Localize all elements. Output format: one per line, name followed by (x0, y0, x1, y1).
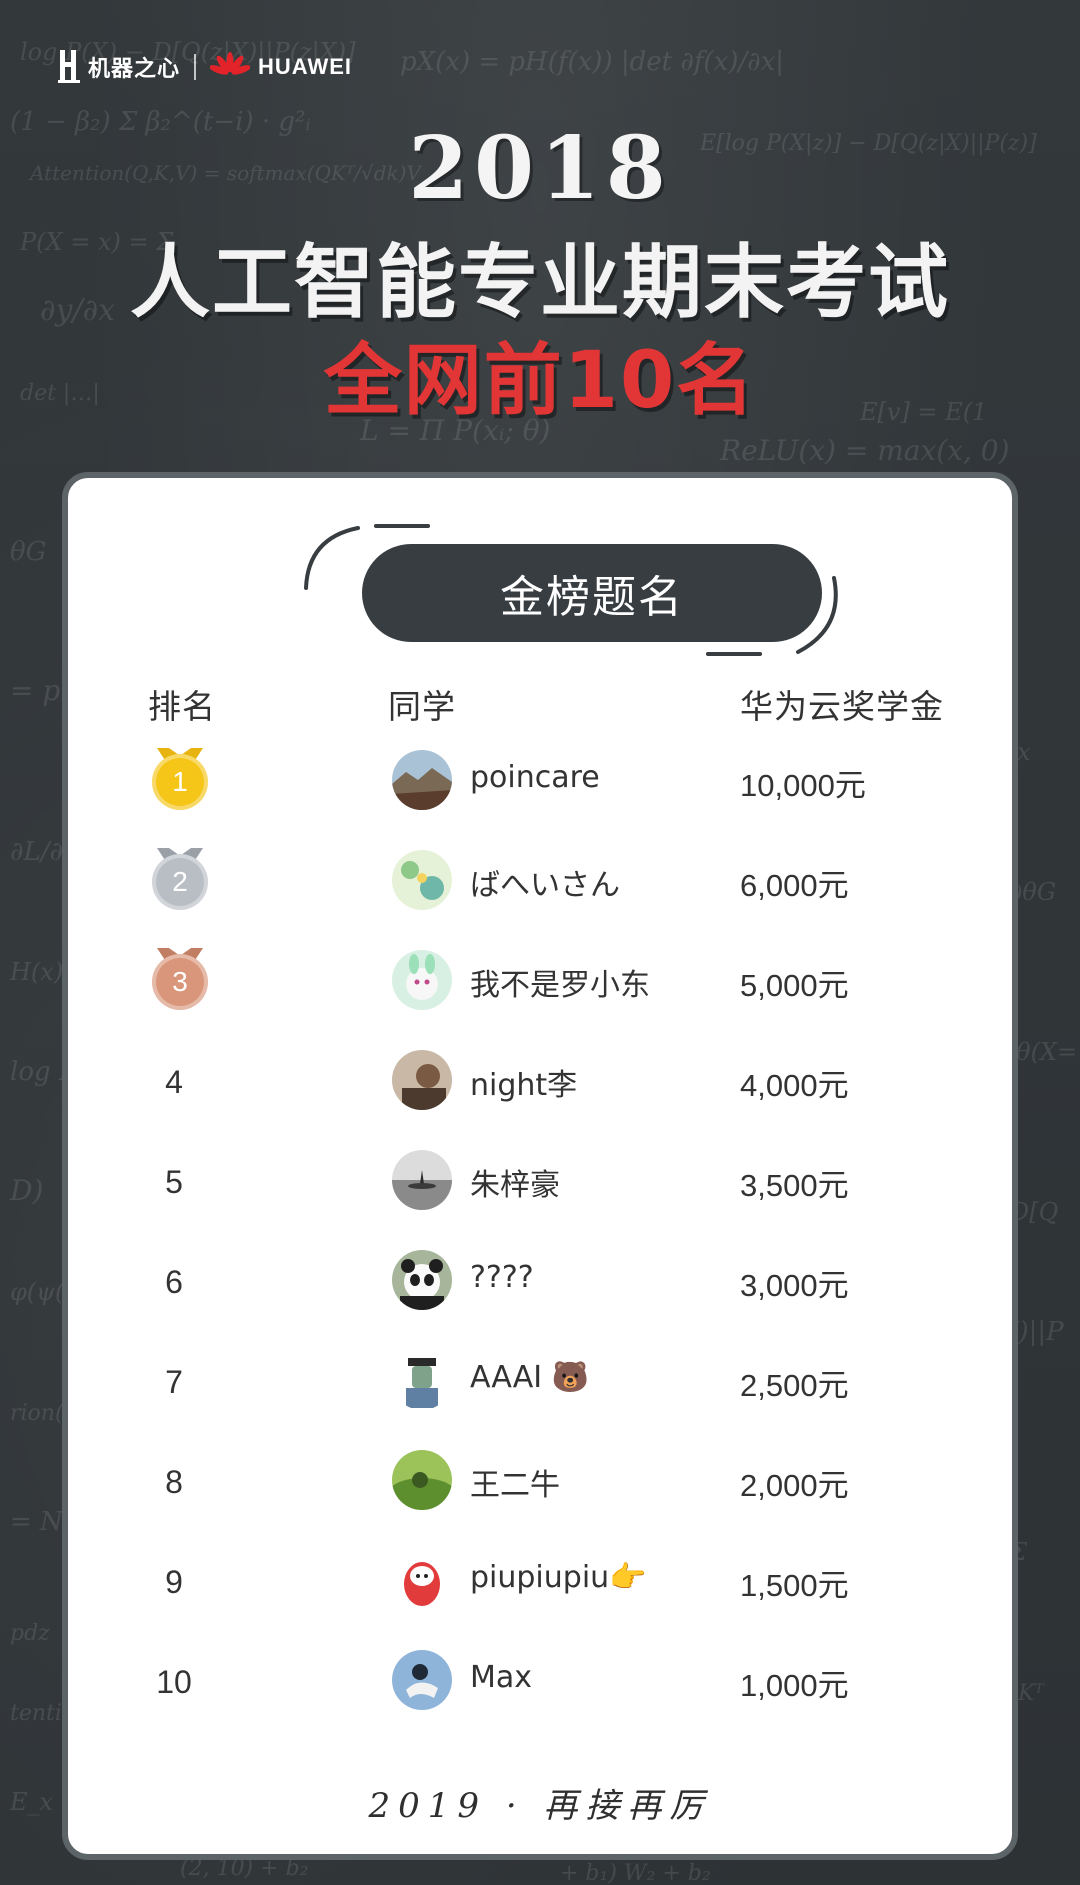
ranking-row: 5 朱梓豪 3,500元 (68, 1130, 1012, 1230)
ranking-row: 4 night李 4,000元 (68, 1030, 1012, 1130)
avatar (392, 950, 452, 1010)
prize-amount: 1,000元 (740, 1668, 849, 1703)
student-name: Max (470, 1660, 533, 1695)
footer-slogan: 2019 · 再接再厉 (368, 1786, 712, 1826)
avatar (392, 1050, 452, 1110)
gold-medal-icon: 1 (150, 748, 210, 812)
rank-number: 7 (165, 1363, 183, 1400)
student-name: 王二牛 (470, 1468, 560, 1503)
column-header-student: 同学 (388, 687, 456, 726)
avatar (392, 1550, 452, 1610)
student-name: night李 (470, 1068, 578, 1103)
ranking-list: 1 poincare 10,000元 2 ばへいさん 6,000元 3 我不是罗… (68, 730, 1012, 1730)
prize-amount: 2,500元 (740, 1368, 849, 1403)
prize-amount: 6,000元 (740, 868, 849, 903)
prize-amount: 3,000元 (740, 1268, 849, 1303)
huawei-wordmark: HUAWEI (258, 54, 353, 79)
ranking-row: 1 poincare 10,000元 (68, 730, 1012, 830)
jiqizhixin-wordmark: 机器之心 (88, 57, 181, 82)
rank-number: 1 (152, 754, 208, 810)
ranking-row: 3 我不是罗小东 5,000元 (68, 930, 1012, 1030)
huawei-logo: HUAWEI (210, 52, 352, 82)
avatar (392, 750, 452, 810)
ranking-row: 10 Max 1,000元 (68, 1630, 1012, 1730)
logo-divider (194, 54, 197, 80)
rank-number: 4 (165, 1063, 183, 1100)
student-name: ばへいさん (470, 868, 620, 903)
rank-number: 2 (152, 854, 208, 910)
rank-number: 9 (165, 1563, 183, 1600)
prize-amount: 3,500元 (740, 1168, 849, 1203)
rank-number: 3 (152, 954, 208, 1010)
avatar (392, 1350, 452, 1410)
prize-amount: 5,000元 (740, 968, 849, 1003)
avatar (392, 1650, 452, 1710)
rank-number: 5 (165, 1163, 183, 1200)
jiqizhixin-mark-icon (58, 50, 80, 83)
avatar (392, 1450, 452, 1510)
prize-amount: 1,500元 (740, 1568, 849, 1603)
rank-number: 10 (156, 1663, 192, 1700)
student-name: poincare (470, 760, 600, 795)
silver-medal-icon: 2 (150, 848, 210, 912)
ranking-row: 2 ばへいさん 6,000元 (68, 830, 1012, 930)
student-name: piupiupiu👉 (470, 1560, 647, 1595)
bronze-medal-icon: 3 (150, 948, 210, 1012)
prize-amount: 4,000元 (740, 1068, 849, 1103)
brand-logos: 机器之心 HUAWEI (56, 48, 352, 86)
student-name: ???? (470, 1260, 534, 1295)
rank-number: 6 (165, 1263, 183, 1300)
prize-amount: 2,000元 (740, 1468, 849, 1503)
student-name: AAAI 🐻 (470, 1360, 589, 1395)
prize-amount: 10,000元 (740, 768, 866, 803)
huawei-flower-icon (210, 52, 251, 75)
title-year: 2018 (408, 118, 672, 219)
avatar (392, 1250, 452, 1310)
student-name: 我不是罗小东 (470, 968, 650, 1003)
jiqizhixin-logo: 机器之心 (56, 48, 180, 86)
avatar (392, 1150, 452, 1210)
student-name: 朱梓豪 (470, 1168, 560, 1203)
title-subtitle: 全网前10名 (323, 336, 757, 426)
avatar (392, 850, 452, 910)
rank-number: 8 (165, 1463, 183, 1500)
ranking-row: 8 王二牛 2,000元 (68, 1430, 1012, 1530)
gold-list-badge: 金榜题名 (362, 544, 822, 642)
ranking-row: 9 piupiupiu👉 1,500元 (68, 1530, 1012, 1630)
ranking-row: 6 ???? 3,000元 (68, 1230, 1012, 1330)
ranking-row: 7 AAAI 🐻 2,500元 (68, 1330, 1012, 1430)
column-header-rank: 排名 (148, 687, 216, 726)
ranking-card: 金榜题名 排名 同学 华为云奖学金 1 poincare 10,000元 2 ば… (62, 472, 1018, 1860)
badge-container: 金榜题名 (298, 518, 838, 656)
column-header-prize: 华为云奖学金 (740, 687, 944, 726)
title-main: 人工智能专业期末考试 (130, 236, 950, 329)
